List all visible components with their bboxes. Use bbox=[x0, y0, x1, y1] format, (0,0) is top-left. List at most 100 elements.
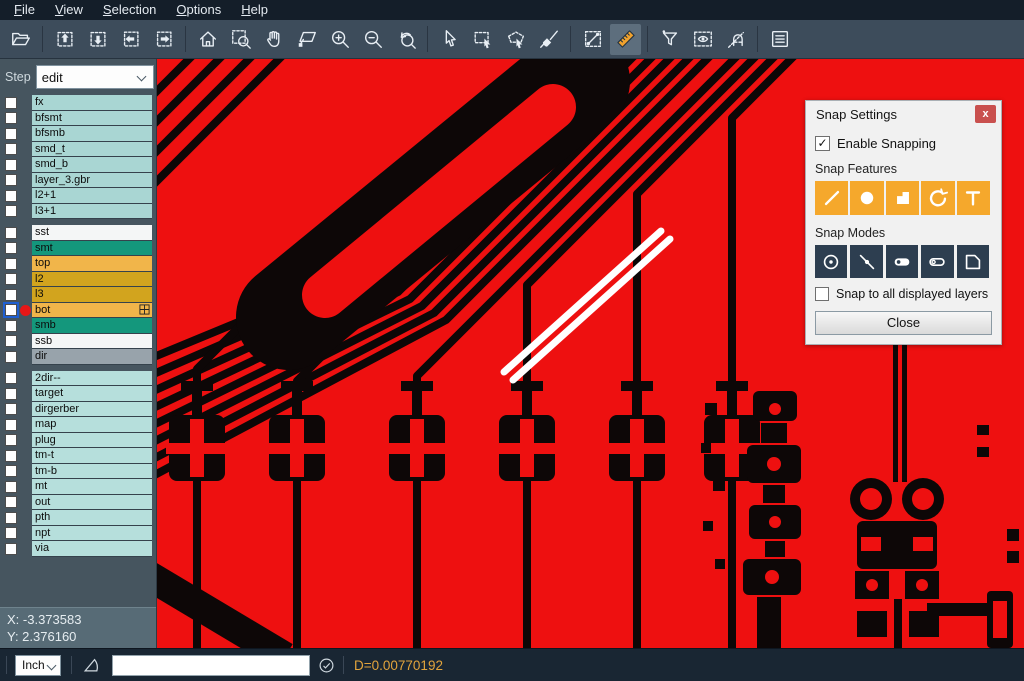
layer-checkbox-dir[interactable] bbox=[5, 351, 17, 363]
layer-checkbox-target[interactable] bbox=[5, 388, 17, 400]
close-button[interactable]: Close bbox=[815, 311, 992, 335]
snap-mode-line-midpoint-button[interactable] bbox=[850, 245, 882, 278]
layer-checkbox-fx[interactable] bbox=[5, 97, 17, 109]
layer-checkbox-tm-b[interactable] bbox=[5, 465, 17, 477]
layer-name-cell-smd_b[interactable]: smd_b bbox=[32, 157, 152, 173]
select-arrow-tool-button[interactable] bbox=[434, 24, 465, 55]
layer-checkbox-plug[interactable] bbox=[5, 434, 17, 446]
layer-name-cell-2dir--[interactable]: 2dir-- bbox=[32, 371, 152, 387]
pan-up-tool-button[interactable] bbox=[49, 24, 80, 55]
layer-checkbox-ssb[interactable] bbox=[5, 335, 17, 347]
layer-checkbox-smd_b[interactable] bbox=[5, 159, 17, 171]
layer-checkbox-dirgerber[interactable] bbox=[5, 403, 17, 415]
layer-checkbox-l2+1[interactable] bbox=[5, 190, 17, 202]
layer-checkbox-l3[interactable] bbox=[5, 289, 17, 301]
layer-checkbox-l3+1[interactable] bbox=[5, 205, 17, 217]
layer-name-cell-l3[interactable]: l3 bbox=[32, 287, 152, 303]
zoom-window-tool-button[interactable] bbox=[291, 24, 322, 55]
measure-line-tool-button[interactable] bbox=[577, 24, 608, 55]
layer-checkbox-smb[interactable] bbox=[5, 320, 17, 332]
layer-name-cell-dirgerber[interactable]: dirgerber bbox=[32, 402, 152, 418]
layer-name-cell-dir[interactable]: dir bbox=[32, 349, 152, 365]
menu-item-file[interactable]: File bbox=[4, 0, 45, 20]
ruler-tool-button[interactable] bbox=[610, 24, 641, 55]
filter-tool-button[interactable] bbox=[654, 24, 685, 55]
layer-checkbox-layer_3.gbr[interactable] bbox=[5, 174, 17, 186]
layer-checkbox-map[interactable] bbox=[5, 419, 17, 431]
layer-checkbox-sst[interactable] bbox=[5, 227, 17, 239]
clean-brush-tool-button[interactable] bbox=[533, 24, 564, 55]
select-rect-tool-button[interactable] bbox=[467, 24, 498, 55]
layer-checkbox-via[interactable] bbox=[5, 543, 17, 555]
layer-name-cell-l2+1[interactable]: l2+1 bbox=[32, 188, 152, 204]
snap-feature-line-button[interactable] bbox=[815, 181, 848, 215]
pan-left-tool-button[interactable] bbox=[115, 24, 146, 55]
zoom-out-tool-button[interactable] bbox=[357, 24, 388, 55]
layer-name-cell-fx[interactable]: fx bbox=[32, 95, 152, 111]
layer-name-cell-ssb[interactable]: ssb bbox=[32, 334, 152, 350]
menu-item-help[interactable]: Help bbox=[231, 0, 278, 20]
layer-name-cell-plug[interactable]: plug bbox=[32, 433, 152, 449]
pan-hand-tool-button[interactable] bbox=[258, 24, 289, 55]
layer-name-cell-bfsmt[interactable]: bfsmt bbox=[32, 111, 152, 127]
layer-name-cell-out[interactable]: out bbox=[32, 495, 152, 511]
snap-mode-center-button[interactable] bbox=[815, 245, 847, 278]
layer-name-cell-smb[interactable]: smb bbox=[32, 318, 152, 334]
close-icon[interactable]: x bbox=[975, 105, 996, 123]
snap-magnet-tool-button[interactable] bbox=[720, 24, 751, 55]
zoom-area-tool-button[interactable] bbox=[225, 24, 256, 55]
zoom-in-tool-button[interactable] bbox=[324, 24, 355, 55]
pan-right-tool-button[interactable] bbox=[148, 24, 179, 55]
layer-name-cell-pth[interactable]: pth bbox=[32, 510, 152, 526]
layer-name-cell-smt[interactable]: smt bbox=[32, 241, 152, 257]
menu-item-selection[interactable]: Selection bbox=[93, 0, 166, 20]
snap-mode-slot-outline-button[interactable] bbox=[921, 245, 953, 278]
layer-checkbox-smd_t[interactable] bbox=[5, 143, 17, 155]
enable-snapping-checkbox[interactable]: ✓ bbox=[815, 136, 830, 151]
step-select[interactable]: edit bbox=[36, 65, 154, 89]
layer-name-cell-via[interactable]: via bbox=[32, 541, 152, 557]
layer-name-cell-l3+1[interactable]: l3+1 bbox=[32, 204, 152, 220]
snap-feature-text-button[interactable] bbox=[957, 181, 990, 215]
snap-feature-pad-button[interactable] bbox=[886, 181, 919, 215]
pan-down-tool-button[interactable] bbox=[82, 24, 113, 55]
layer-checkbox-tm-t[interactable] bbox=[5, 450, 17, 462]
apply-check-icon[interactable] bbox=[318, 657, 335, 674]
layer-checkbox-pth[interactable] bbox=[5, 512, 17, 524]
layer-checkbox-2dir--[interactable] bbox=[5, 372, 17, 384]
open-folder-tool-button[interactable] bbox=[5, 24, 36, 55]
layer-checkbox-l2[interactable] bbox=[5, 273, 17, 285]
layer-name-cell-top[interactable]: top bbox=[32, 256, 152, 272]
layer-name-cell-mt[interactable]: mt bbox=[32, 479, 152, 495]
layer-name-cell-bfsmb[interactable]: bfsmb bbox=[32, 126, 152, 142]
layer-checkbox-out[interactable] bbox=[5, 496, 17, 508]
layer-name-cell-target[interactable]: target bbox=[32, 386, 152, 402]
dialog-title-bar[interactable]: Snap Settings x bbox=[806, 101, 1001, 127]
snap-feature-arc-button[interactable] bbox=[921, 181, 954, 215]
snap-mode-contour-button[interactable] bbox=[957, 245, 989, 278]
layer-checkbox-mt[interactable] bbox=[5, 481, 17, 493]
layer-name-cell-l2[interactable]: l2 bbox=[32, 272, 152, 288]
snap-all-layers-checkbox[interactable] bbox=[815, 287, 829, 301]
layer-checkbox-bot[interactable] bbox=[5, 304, 17, 316]
snap-mode-slot-filled-button[interactable] bbox=[886, 245, 918, 278]
unit-select[interactable]: Inch bbox=[15, 655, 61, 676]
view-options-tool-button[interactable] bbox=[687, 24, 718, 55]
report-tool-button[interactable] bbox=[764, 24, 795, 55]
home-tool-button[interactable] bbox=[192, 24, 223, 55]
menu-item-view[interactable]: View bbox=[45, 0, 93, 20]
layer-checkbox-top[interactable] bbox=[5, 258, 17, 270]
layer-name-cell-bot[interactable]: bot bbox=[32, 303, 152, 319]
measure-value-input[interactable] bbox=[112, 655, 310, 676]
select-polygon-tool-button[interactable] bbox=[500, 24, 531, 55]
layer-checkbox-smt[interactable] bbox=[5, 242, 17, 254]
layer-checkbox-bfsmt[interactable] bbox=[5, 112, 17, 124]
layer-name-cell-tm-b[interactable]: tm-b bbox=[32, 464, 152, 480]
layer-name-cell-smd_t[interactable]: smd_t bbox=[32, 142, 152, 158]
menu-item-options[interactable]: Options bbox=[166, 0, 231, 20]
layer-name-cell-npt[interactable]: npt bbox=[32, 526, 152, 542]
zoom-previous-tool-button[interactable] bbox=[390, 24, 421, 55]
layer-name-cell-map[interactable]: map bbox=[32, 417, 152, 433]
layer-name-cell-layer_3.gbr[interactable]: layer_3.gbr bbox=[32, 173, 152, 189]
layer-checkbox-npt[interactable] bbox=[5, 527, 17, 539]
